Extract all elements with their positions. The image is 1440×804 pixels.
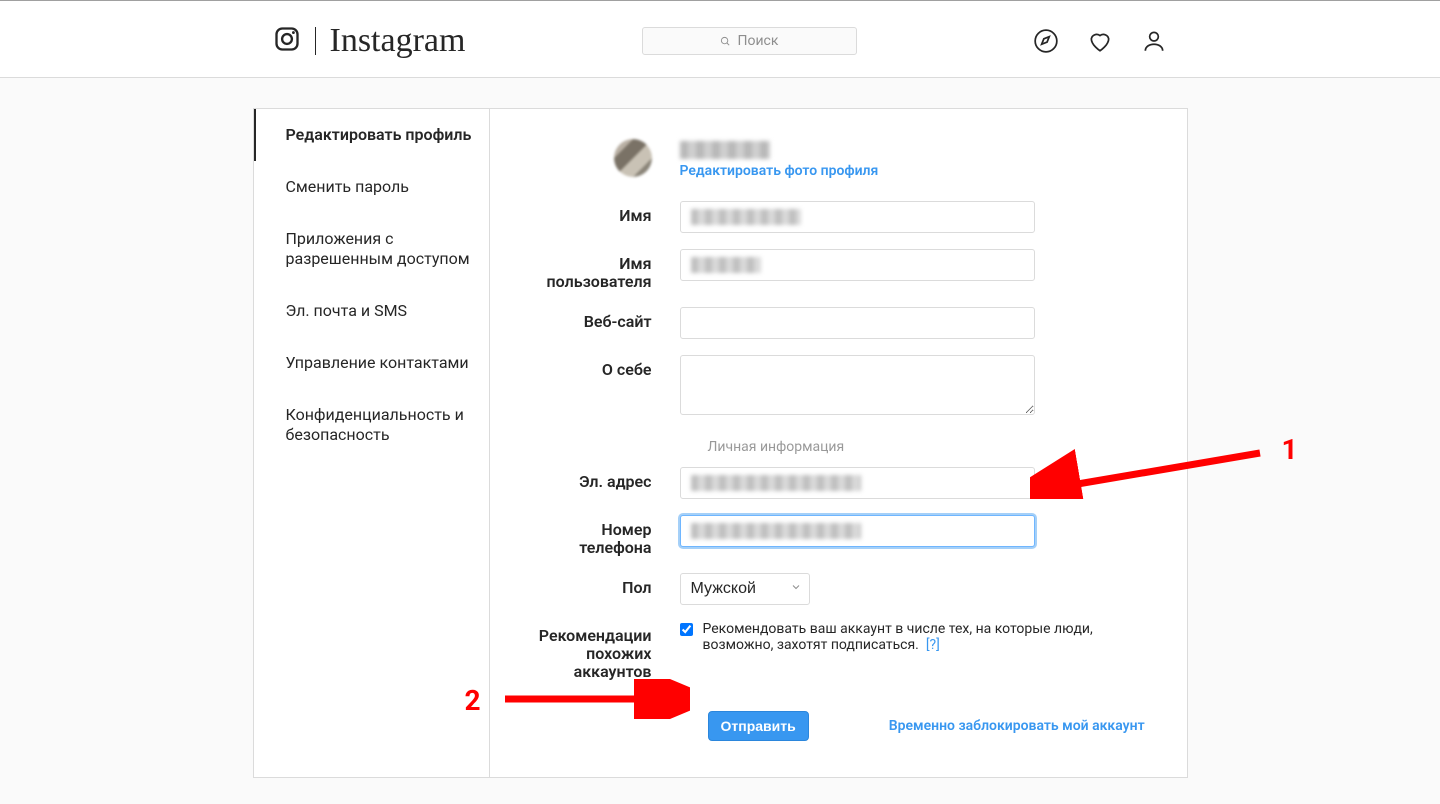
annotation-number-1: 1 (1282, 433, 1298, 466)
settings-panel: Редактировать профиль Сменить пароль При… (253, 108, 1188, 778)
sidebar-item-change-password[interactable]: Сменить пароль (254, 161, 489, 213)
phone-input[interactable] (680, 515, 1035, 547)
settings-sidebar: Редактировать профиль Сменить пароль При… (254, 109, 490, 777)
submit-button[interactable]: Отправить (708, 711, 809, 741)
email-input[interactable] (680, 467, 1035, 499)
label-phone: Номер телефона (530, 515, 680, 557)
label-bio: О себе (530, 355, 680, 379)
search-input[interactable]: Поиск (642, 27, 857, 55)
label-email: Эл. адрес (530, 467, 680, 491)
label-website: Веб-сайт (530, 307, 680, 331)
label-name: Имя (530, 201, 680, 225)
username-input[interactable] (680, 249, 1035, 281)
top-bar: Instagram Поиск (0, 0, 1440, 78)
label-username: Имя пользователя (530, 249, 680, 291)
avatar[interactable] (614, 139, 652, 177)
sidebar-item-edit-profile[interactable]: Редактировать профиль (254, 109, 489, 161)
activity-heart-icon[interactable] (1087, 28, 1113, 54)
header-icons (1033, 28, 1167, 54)
sidebar-item-privacy-security[interactable]: Конфиденциальность и безопасность (254, 389, 489, 461)
similar-accounts-help-link[interactable]: [?] (926, 637, 940, 653)
similar-accounts-checkbox[interactable] (680, 623, 693, 636)
label-similar-accounts: Рекомендации похожих аккаунтов (530, 621, 680, 681)
explore-icon[interactable] (1033, 28, 1059, 54)
label-gender: Пол (530, 573, 680, 597)
private-info-heading: Личная информация (708, 439, 1167, 455)
brand-block: Instagram (273, 22, 466, 60)
sidebar-item-authorized-apps[interactable]: Приложения с разрешенным доступом (254, 213, 489, 285)
website-input[interactable] (680, 307, 1035, 339)
name-input[interactable] (680, 201, 1035, 233)
brand-wordmark[interactable]: Instagram (330, 22, 466, 60)
similar-accounts-description: Рекомендовать ваш аккаунт в числе тех, н… (703, 621, 1093, 653)
instagram-glyph-icon[interactable] (273, 25, 301, 57)
settings-content: Редактировать фото профиля Имя Имя польз… (490, 109, 1187, 777)
bio-textarea[interactable] (680, 355, 1035, 415)
profile-icon[interactable] (1141, 28, 1167, 54)
search-placeholder: Поиск (737, 33, 778, 49)
brand-divider (315, 27, 316, 55)
username-display (680, 141, 770, 159)
gender-select[interactable] (680, 573, 810, 605)
search-icon (720, 36, 731, 47)
edit-profile-photo-link[interactable]: Редактировать фото профиля (680, 163, 879, 179)
temporarily-disable-account-link[interactable]: Временно заблокировать мой аккаунт (889, 718, 1145, 734)
sidebar-item-email-sms[interactable]: Эл. почта и SMS (254, 285, 489, 337)
sidebar-item-manage-contacts[interactable]: Управление контактами (254, 337, 489, 389)
